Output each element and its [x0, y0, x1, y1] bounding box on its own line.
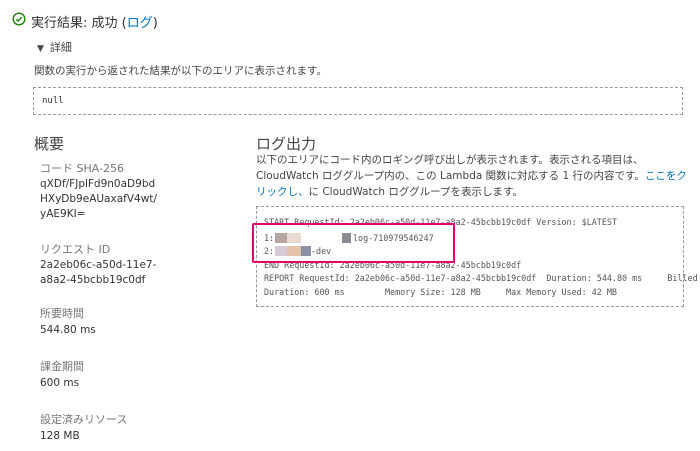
log-link[interactable]: ログ [127, 16, 153, 31]
result-output-box: null [33, 87, 683, 115]
check-circle-icon [12, 12, 26, 26]
log-line-report: REPORT RequestId: 2a2eb06c-a50d-11e7-a8a… [264, 273, 698, 283]
billed-duration-label: 課金期間 [40, 360, 84, 373]
details-toggle-label: 詳細 [49, 41, 72, 54]
log-line-duration: Duration: 600 ms Memory Size: 128 MB Max… [264, 287, 617, 297]
log-output-description: 以下のエリアにコード内のロギング呼び出しが表示されます。表示される項目は、Clo… [256, 154, 687, 198]
duration-value: 544.80 ms [40, 324, 96, 336]
configured-resources-value: 128 MB [40, 430, 80, 442]
code-sha-label: コード SHA-256 [40, 162, 124, 175]
execution-result-title: 実行結果: 成功 (ログ) [31, 16, 158, 31]
result-description: 関数の実行から返された結果が以下のエリアに表示されます。 [34, 65, 327, 77]
summary-heading: 概要 [34, 135, 65, 153]
configured-resources-label: 設定済みリソース [40, 413, 128, 426]
request-id-value: 2a2eb06c-a50d-11e7- a8a2-45bcbb19c0df [40, 259, 157, 286]
highlight-annotation [252, 223, 455, 263]
request-id-label: リクエスト ID [40, 243, 111, 256]
log-output-heading: ログ出力 [256, 135, 317, 153]
caret-down-icon: ▼ [37, 44, 44, 54]
billed-duration-value: 600 ms [40, 377, 80, 389]
result-output-text: null [42, 96, 64, 106]
code-sha-value: qXDf/FJplFd9n0aD9bd HXyDb9eAUaxafV4wt/yAE… [40, 178, 157, 220]
duration-label: 所要時間 [40, 307, 84, 320]
details-toggle[interactable]: ▼ 詳細 [37, 39, 72, 55]
